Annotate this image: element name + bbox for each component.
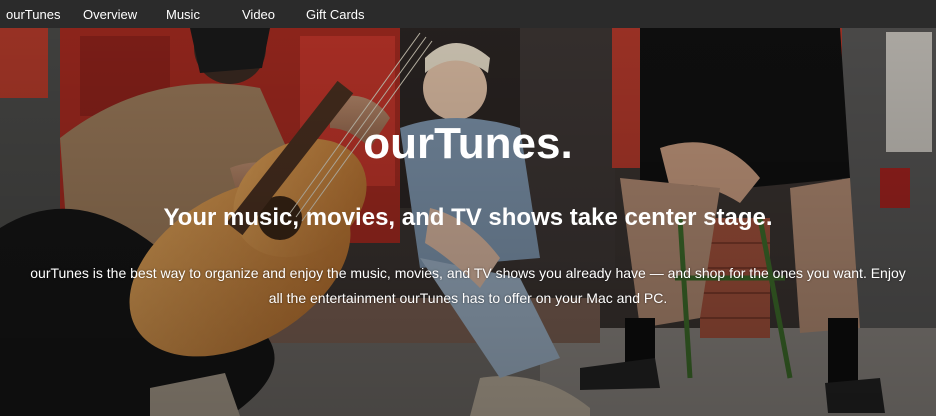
hero-description: ourTunes is the best way to organize and… (30, 265, 906, 306)
nav-link-video[interactable]: Video (242, 0, 275, 28)
nav-link-music[interactable]: Music (166, 0, 200, 28)
hero-title: ourTunes. (363, 119, 573, 168)
nav-link-gift-cards[interactable]: Gift Cards (306, 0, 365, 28)
nav-link-overview[interactable]: Overview (83, 0, 137, 28)
top-nav: ourTunes Overview Music Video Gift Cards (0, 0, 936, 28)
hero-subtitle: Your music, movies, and TV shows take ce… (163, 204, 773, 231)
nav-brand-link[interactable]: ourTunes (6, 0, 60, 28)
hero-section: ourTunes. Your music, movies, and TV sho… (0, 28, 936, 416)
